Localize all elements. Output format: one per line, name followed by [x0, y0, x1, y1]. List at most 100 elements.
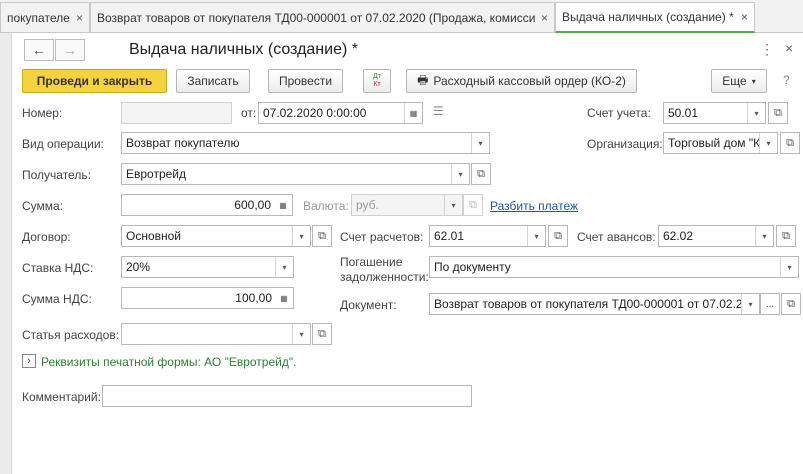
more-vertical-icon[interactable]: ⋮ [760, 41, 774, 58]
date-from-label: от: [241, 106, 257, 120]
back-button[interactable]: ← [24, 39, 54, 61]
currency-label: Валюта: [303, 199, 349, 213]
post-and-close-button[interactable]: Проведи и закрыть [22, 69, 167, 93]
account-field[interactable]: 50.01 ▾ [663, 102, 766, 124]
tab-cash-issue[interactable]: Выдача наличных (создание) * × [555, 2, 755, 33]
repayment-select[interactable]: По документу ▾ [429, 256, 799, 278]
number-settings-icon[interactable]: ☰ [433, 104, 444, 118]
arrow-left-icon: ← [32, 42, 46, 58]
select-document-button[interactable]: ... [760, 293, 780, 315]
operation-label: Вид операции: [22, 137, 104, 151]
arrow-right-icon: → [63, 42, 77, 58]
date-value: 07.02.2020 0:00:00 [263, 106, 367, 120]
open-icon[interactable]: ⧉ [312, 225, 332, 247]
chevron-down-icon[interactable]: ▾ [780, 257, 798, 277]
vat-sum-value: 100,00 [235, 291, 272, 305]
chevron-down-icon[interactable]: ▾ [527, 226, 545, 246]
open-icon[interactable]: ⧉ [768, 102, 788, 124]
chevron-down-icon[interactable]: ▾ [741, 294, 759, 314]
organization-label: Организация: [587, 137, 663, 151]
chevron-down-icon[interactable]: ▾ [747, 103, 765, 123]
account-value: 50.01 [668, 106, 699, 120]
vat-sum-field[interactable]: 100,00 ▦ [121, 287, 294, 309]
printer-icon: 🖶 [417, 72, 429, 87]
chevron-down-icon[interactable]: ▾ [292, 226, 310, 246]
settlement-account-field[interactable]: 62.01 ▾ [429, 225, 546, 247]
chevron-down-icon[interactable]: ▾ [451, 164, 469, 184]
sum-value: 600,00 [234, 198, 271, 212]
recipient-field[interactable]: Евротрейд ▾ [121, 163, 470, 185]
help-icon[interactable]: ? [783, 73, 790, 87]
organization-value: Торговый дом "Ко [668, 136, 759, 150]
calculator-icon[interactable]: ▦ [275, 288, 293, 308]
print-cash-order-button[interactable]: 🖶 Расходный кассовый ордер (КО-2) [406, 69, 637, 93]
vat-rate-value: 20% [126, 260, 151, 274]
forward-button[interactable]: → [55, 39, 85, 61]
advance-account-label: Счет авансов: [577, 230, 656, 244]
open-icon: ⧉ [463, 194, 483, 216]
more-button[interactable]: Еще ▾ [711, 69, 767, 93]
document-field[interactable]: Возврат товаров от покупателя ТД00-00000… [429, 293, 760, 315]
chevron-down-icon[interactable]: ▾ [755, 226, 773, 246]
vat-sum-label: Сумма НДС: [22, 292, 92, 306]
open-icon[interactable]: ⧉ [548, 225, 568, 247]
save-button[interactable]: Записать [176, 69, 250, 93]
advance-account-value: 62.02 [663, 229, 694, 243]
number-field[interactable] [121, 102, 232, 124]
expense-item-field[interactable]: ▾ [121, 323, 311, 345]
number-label: Номер: [22, 106, 63, 120]
date-field[interactable]: 07.02.2020 0:00:00 ▦ [258, 102, 423, 124]
settlement-account-label: Счет расчетов: [340, 230, 424, 244]
open-icon[interactable]: ⧉ [780, 132, 800, 154]
contract-label: Договор: [22, 230, 71, 244]
expense-item-label: Статья расходов: [22, 328, 120, 342]
dt-icon: Дт [373, 73, 381, 80]
tab-label: покупателей [7, 10, 70, 25]
calculator-icon[interactable]: ▦ [274, 195, 292, 215]
contract-value: Основной [126, 229, 182, 243]
tab-customers[interactable]: покупателей × [0, 2, 90, 32]
currency-field: руб. ▾ [351, 194, 463, 216]
vat-rate-label: Ставка НДС: [22, 261, 94, 275]
sum-field[interactable]: 600,00 ▦ [121, 194, 293, 216]
left-panel-strip [0, 33, 12, 474]
tab-return-document[interactable]: Возврат товаров от покупателя ТД00-00000… [90, 2, 555, 32]
post-button[interactable]: Провести [268, 69, 343, 93]
open-icon[interactable]: ⧉ [776, 225, 796, 247]
chevron-down-icon[interactable]: ▾ [275, 257, 293, 277]
account-label: Счет учета: [587, 106, 651, 120]
open-icon[interactable]: ⧉ [781, 293, 801, 315]
contract-field[interactable]: Основной ▾ [121, 225, 311, 247]
advance-account-field[interactable]: 62.02 ▾ [658, 225, 774, 247]
split-payment-link[interactable]: Разбить платеж [490, 199, 578, 213]
recipient-value: Евротрейд [126, 167, 187, 181]
calendar-icon[interactable]: ▦ [404, 103, 422, 123]
chevron-down-icon[interactable]: ▾ [471, 133, 489, 153]
repayment-label-line1: Погашение [340, 255, 403, 269]
chevron-down-icon: ▾ [751, 76, 756, 86]
chevron-down-icon[interactable]: ▾ [292, 324, 310, 344]
vat-rate-select[interactable]: 20% ▾ [121, 256, 294, 278]
open-icon[interactable]: ⧉ [312, 323, 332, 345]
open-icon[interactable]: ⧉ [471, 163, 491, 185]
print-form-details-toggle[interactable]: Реквизиты печатной формы: АО "Евротрейд"… [41, 355, 296, 369]
expand-icon[interactable]: › [22, 354, 36, 368]
operation-select[interactable]: Возврат покупателю ▾ [121, 132, 490, 154]
tab-label: Возврат товаров от покупателя ТД00-00000… [97, 10, 535, 25]
chevron-down-icon: ▾ [444, 195, 462, 215]
close-icon[interactable]: × [76, 11, 83, 25]
dt-kt-button[interactable]: Дт Кт [363, 69, 391, 93]
page-title: Выдача наличных (создание) * [129, 41, 358, 58]
operation-value: Возврат покупателю [126, 136, 240, 150]
close-icon[interactable]: × [541, 11, 548, 25]
document-value: Возврат товаров от покупателя ТД00-00000… [434, 297, 741, 311]
organization-field[interactable]: Торговый дом "Ко ▾ [663, 132, 778, 154]
close-icon[interactable]: × [741, 10, 748, 24]
currency-value: руб. [356, 198, 379, 212]
chevron-down-icon[interactable]: ▾ [759, 133, 777, 153]
more-label: Еще [722, 74, 747, 88]
tab-label: Выдача наличных (создание) * [562, 10, 734, 24]
repayment-label: Погашение задолженности: [340, 255, 429, 285]
close-icon[interactable]: × [785, 40, 793, 56]
comment-field[interactable] [102, 385, 472, 407]
